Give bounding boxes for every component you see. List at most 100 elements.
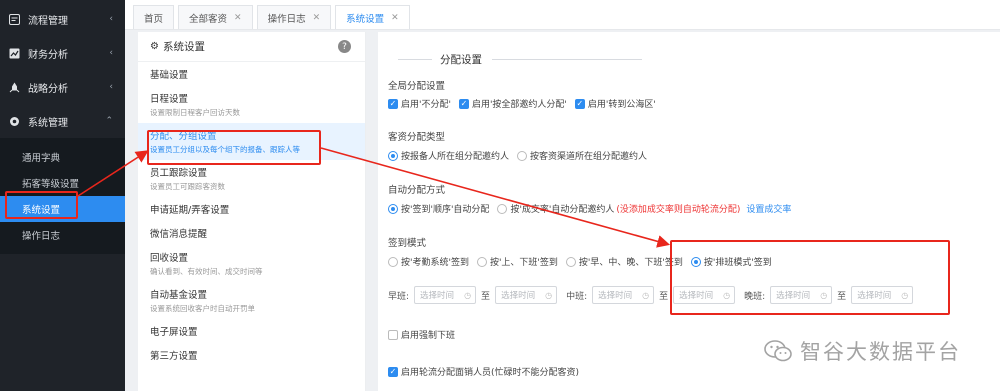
annotation-box-system-settings bbox=[5, 191, 78, 219]
checkbox-checked-icon: ✓ bbox=[388, 98, 398, 109]
radio-by-reporter-group[interactable]: 按报备人所在组分配邀约人 bbox=[388, 149, 509, 162]
checkbox-checked-icon: ✓ bbox=[574, 98, 585, 109]
gear-icon bbox=[8, 115, 20, 127]
rocket-icon bbox=[8, 81, 20, 93]
set-deal-rate-link[interactable]: 设置成交率 bbox=[746, 202, 791, 215]
tab-home[interactable]: 首页 bbox=[133, 5, 175, 29]
auto-allocation-label: 自动分配方式 bbox=[388, 185, 446, 196]
morning-start-input[interactable]: 选择时间 ◷ bbox=[414, 286, 477, 304]
checkbox-all-inviters[interactable]: ✓ 启用'按全部邀约人分配' bbox=[458, 97, 567, 110]
menu-item-recycle[interactable]: 回收设置 确认看到、有效时间、成交时间等 bbox=[138, 245, 365, 282]
settings-menu: ⚙ 系统设置 ? 基础设置 日程设置 设置限制日程客户回访天数 分配、分组设置 … bbox=[138, 32, 366, 391]
close-icon[interactable]: ✕ bbox=[313, 13, 321, 23]
option-label: 按'早、中、晚、下班'签到 bbox=[578, 258, 683, 268]
radio-by-channel-group[interactable]: 按客资渠道所在组分配邀约人 bbox=[517, 149, 647, 162]
menu-item-screen[interactable]: 电子屏设置 bbox=[138, 319, 365, 343]
checkbox-unchecked-icon bbox=[388, 329, 398, 340]
checkbox-no-allocation[interactable]: ✓ 启用'不分配' bbox=[388, 97, 451, 110]
menu-item-basic[interactable]: 基础设置 bbox=[138, 62, 365, 86]
menu-item-title: 基础设置 bbox=[150, 70, 189, 81]
sidebar-item-process[interactable]: 流程管理 ‹ bbox=[0, 2, 125, 36]
option-label: 启用轮流分配面销人员(忙碌时不能分配客资) bbox=[401, 368, 580, 378]
radio-empty-icon bbox=[388, 256, 398, 267]
menu-item-schedule[interactable]: 日程设置 设置限制日程客户回访天数 bbox=[138, 86, 365, 123]
app-root: 流程管理 ‹ 财务分析 ‹ 战略分析 ‹ 系统管理 ⌃ 通用字典 拓客等级设置 … bbox=[0, 0, 1000, 391]
sidebar-item-system[interactable]: 系统管理 ⌃ bbox=[0, 104, 125, 138]
rotate-allocation-option[interactable]: ✓ 启用轮流分配面销人员(忙碌时不能分配客资) bbox=[388, 365, 579, 378]
morning-shift-label: 早班: bbox=[388, 291, 410, 302]
checkbox-checked-icon: ✓ bbox=[458, 98, 469, 109]
section-title: 分配设置 bbox=[398, 52, 642, 67]
annotation-box-allocation-menu bbox=[147, 130, 321, 165]
menu-item-desc: 设置员工可跟踪客资数 bbox=[150, 182, 225, 191]
option-label: 启用'按全部邀约人分配' bbox=[471, 100, 567, 110]
sidebar-subitem-operation-log[interactable]: 操作日志 bbox=[0, 222, 125, 248]
help-icon[interactable]: ? bbox=[338, 40, 351, 53]
option-label: 按'考勤系统'签到 bbox=[401, 258, 469, 268]
option-label: 按'成交率'自动分配邀约人 bbox=[510, 205, 615, 215]
radio-empty-icon bbox=[497, 203, 508, 214]
sidebar-item-strategy[interactable]: 战略分析 ‹ bbox=[0, 70, 125, 104]
tab-label: 系统设置 bbox=[346, 13, 385, 25]
option-label: 按'上、下班'签到 bbox=[489, 258, 558, 268]
global-allocation-options: ✓ 启用'不分配' ✓ 启用'按全部邀约人分配' ✓ 启用'转到公海区' bbox=[388, 97, 664, 110]
time-placeholder: 选择时间 bbox=[598, 291, 633, 301]
sidebar-item-label: 财务分析 bbox=[28, 49, 68, 61]
option-label: 按'签到'顺序'自动分配 bbox=[401, 205, 490, 215]
wechat-icon bbox=[764, 340, 792, 362]
annotation-box-roster-mode bbox=[670, 240, 950, 315]
radio-empty-icon bbox=[517, 150, 528, 161]
chevron-left-icon: ‹ bbox=[109, 14, 113, 24]
menu-item-desc: 确认看到、有效时间、成交时间等 bbox=[150, 267, 263, 276]
chevron-up-icon: ⌃ bbox=[105, 116, 113, 126]
radio-empty-icon bbox=[565, 256, 576, 267]
checkbox-public-pool[interactable]: ✓ 启用'转到公海区' bbox=[574, 97, 656, 110]
clock-icon: ◷ bbox=[545, 290, 553, 300]
close-icon[interactable]: ✕ bbox=[391, 13, 399, 23]
radio-onoff-signin[interactable]: 按'上、下班'签到 bbox=[476, 255, 558, 268]
menu-item-title: 回收设置 bbox=[150, 253, 189, 264]
menu-item-extension[interactable]: 申请延期/弄客设置 bbox=[138, 197, 365, 221]
radio-by-signin-order[interactable]: 按'签到'顺序'自动分配 bbox=[388, 202, 489, 215]
menu-item-fund[interactable]: 自动基金设置 设置系统回收客户时自动开罚单 bbox=[138, 282, 365, 319]
radio-selected-icon bbox=[388, 150, 398, 161]
radio-attendance-signin[interactable]: 按'考勤系统'签到 bbox=[388, 255, 469, 268]
option-label: 按报备人所在组分配邀约人 bbox=[401, 152, 510, 162]
menu-item-thirdparty[interactable]: 第三方设置 bbox=[138, 343, 365, 367]
option-label: 启用'不分配' bbox=[401, 100, 451, 110]
tab-operation-log[interactable]: 操作日志 ✕ bbox=[256, 5, 332, 29]
process-icon bbox=[8, 13, 20, 25]
menu-item-wechat[interactable]: 微信消息提醒 bbox=[138, 221, 365, 245]
option-label: 按客资渠道所在组分配邀约人 bbox=[530, 152, 648, 162]
menu-item-title: 申请延期/弄客设置 bbox=[150, 205, 230, 216]
auto-allocation-warning: (没添加成交率则自动轮流分配) bbox=[616, 205, 741, 215]
sidebar-item-finance[interactable]: 财务分析 ‹ bbox=[0, 36, 125, 70]
settings-icon: ⚙ bbox=[150, 41, 159, 52]
radio-by-deal-rate[interactable]: 按'成交率'自动分配邀约人 bbox=[497, 202, 614, 215]
menu-item-desc: 设置限制日程客户回访天数 bbox=[150, 108, 240, 117]
middle-shift-label: 中班: bbox=[566, 291, 588, 302]
morning-end-input[interactable]: 选择时间 ◷ bbox=[495, 286, 558, 304]
tab-label: 操作日志 bbox=[267, 13, 306, 25]
watermark: 智谷大数据平台 bbox=[764, 336, 961, 366]
radio-selected-icon bbox=[388, 203, 398, 214]
radio-shift-period-signin[interactable]: 按'早、中、晚、下班'签到 bbox=[565, 255, 683, 268]
auto-allocation-options: 按'签到'顺序'自动分配 按'成交率'自动分配邀约人 (没添加成交率则自动轮流分… bbox=[388, 202, 791, 215]
tab-label: 全部客资 bbox=[189, 13, 228, 25]
menu-item-title: 电子屏设置 bbox=[150, 327, 198, 338]
option-label: 启用'转到公海区' bbox=[587, 100, 656, 110]
force-offwork-option[interactable]: 启用强制下班 bbox=[388, 328, 455, 341]
sidebar-subitem-dictionary[interactable]: 通用字典 bbox=[0, 144, 125, 170]
tab-all-leads[interactable]: 全部客资 ✕ bbox=[178, 5, 253, 29]
lead-type-options: 按报备人所在组分配邀约人 按客资渠道所在组分配邀约人 bbox=[388, 149, 655, 162]
checkbox-checked-icon: ✓ bbox=[388, 366, 398, 377]
close-icon[interactable]: ✕ bbox=[234, 13, 242, 23]
menu-item-tracking[interactable]: 员工跟踪设置 设置员工可跟踪客资数 bbox=[138, 160, 365, 197]
option-label: 启用强制下班 bbox=[401, 331, 456, 341]
range-separator: 至 bbox=[481, 291, 491, 302]
time-placeholder: 选择时间 bbox=[501, 291, 536, 301]
menu-item-title: 自动基金设置 bbox=[150, 290, 208, 301]
middle-start-input[interactable]: 选择时间 ◷ bbox=[592, 286, 655, 304]
tab-system-settings[interactable]: 系统设置 ✕ bbox=[335, 5, 410, 29]
sidebar-item-label: 系统管理 bbox=[28, 117, 68, 129]
